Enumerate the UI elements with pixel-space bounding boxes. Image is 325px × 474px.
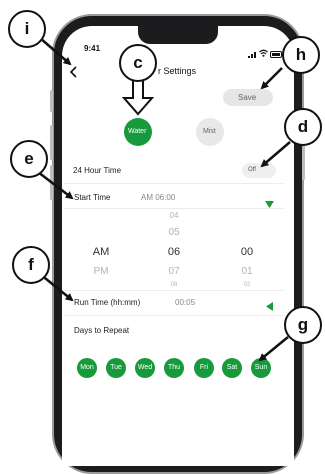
callout-arrows <box>37 37 291 362</box>
callout-g-arrow <box>258 336 289 362</box>
callout-e: e <box>10 140 48 178</box>
callout-d: d <box>284 108 322 146</box>
callout-f: f <box>12 246 50 284</box>
callout-g: g <box>284 306 322 344</box>
callout-c: c <box>119 44 157 82</box>
callout-h-arrow <box>260 67 283 90</box>
callout-d-arrow <box>260 141 291 168</box>
callout-h: h <box>282 36 320 74</box>
callout-i: i <box>8 10 46 48</box>
callout-e-arrow <box>37 171 74 200</box>
callout-c-arrow <box>121 79 155 116</box>
callout-i-arrow <box>39 37 72 66</box>
